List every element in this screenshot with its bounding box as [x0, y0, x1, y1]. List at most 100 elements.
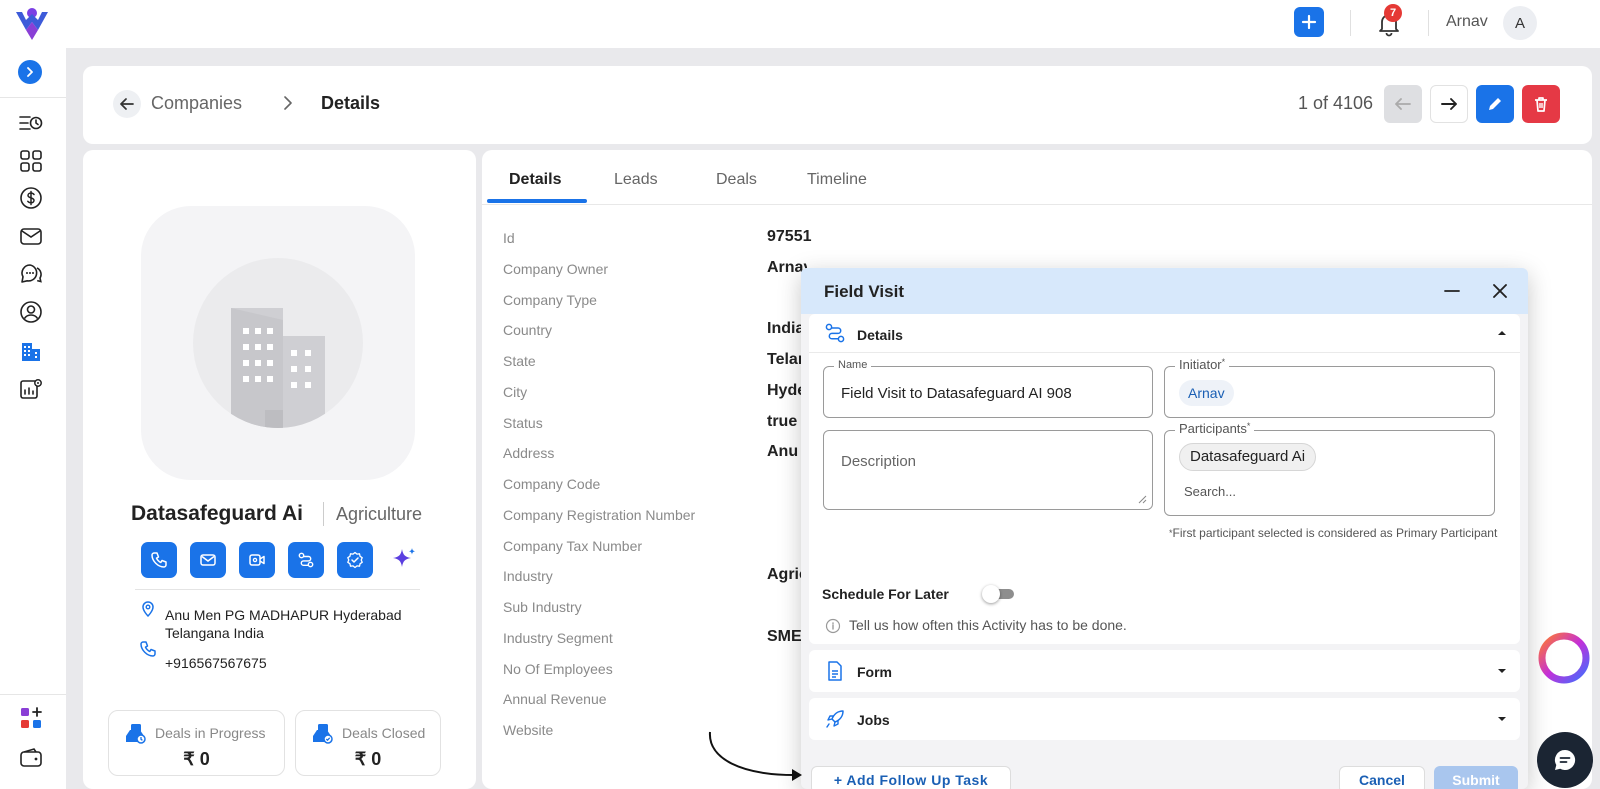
- sidebar-item-contacts[interactable]: [18, 299, 44, 325]
- field-visit-dialog: Field Visit Details Name Field Visit to …: [801, 268, 1528, 789]
- sidebar-item-deals[interactable]: [18, 185, 44, 211]
- participants-hint: *First participant selected is considere…: [1169, 526, 1498, 540]
- divider: [1428, 10, 1429, 36]
- sidebar-item-activities[interactable]: [18, 110, 44, 136]
- assistant-ring-button[interactable]: [1536, 630, 1592, 686]
- avatar[interactable]: A: [1503, 6, 1537, 40]
- mail-icon: [20, 228, 42, 245]
- tab-deals[interactable]: Deals: [716, 171, 757, 189]
- previous-record-button[interactable]: [1384, 85, 1422, 123]
- company-profile-card: Datasafeguard Ai Agriculture Anu Men PG …: [83, 150, 476, 789]
- field-visit-button[interactable]: [288, 542, 324, 578]
- dialog-title: Field Visit: [824, 282, 904, 301]
- form-section[interactable]: Form: [809, 650, 1520, 692]
- company-phone[interactable]: +916567567675: [165, 655, 267, 671]
- phone-icon: [139, 640, 157, 658]
- meeting-button[interactable]: [239, 542, 275, 578]
- annotation-arrow: [700, 730, 810, 788]
- field-label: Annual Revenue: [503, 691, 607, 707]
- cancel-button[interactable]: Cancel: [1339, 766, 1425, 789]
- close-button[interactable]: [1489, 280, 1511, 302]
- rocket-icon: [824, 708, 846, 730]
- divider: [482, 204, 1592, 205]
- quick-actions: [141, 542, 422, 578]
- chat-bubbles-icon: [21, 264, 42, 283]
- caret-down-icon[interactable]: [1496, 665, 1508, 677]
- field-label: Address: [503, 445, 555, 461]
- ring-icon: [1538, 632, 1590, 684]
- sidebar-item-wallet[interactable]: [18, 745, 44, 771]
- ai-assistant-button[interactable]: [386, 542, 422, 578]
- company-image: [141, 206, 415, 480]
- email-button[interactable]: [190, 542, 226, 578]
- edit-button[interactable]: [1476, 85, 1514, 123]
- apps-add-icon: [21, 707, 42, 728]
- sidebar-item-reports[interactable]: [18, 376, 44, 402]
- jobs-section[interactable]: Jobs: [809, 698, 1520, 740]
- grid-icon: [20, 150, 42, 172]
- sidebar-item-companies[interactable]: [18, 338, 44, 364]
- description-field[interactable]: Description: [823, 430, 1153, 510]
- next-record-button[interactable]: [1430, 85, 1468, 123]
- field-label: Company Type: [503, 292, 597, 308]
- resize-handle-icon[interactable]: [1137, 494, 1147, 504]
- caret-down-icon[interactable]: [1496, 713, 1508, 725]
- chart-settings-icon: [20, 379, 42, 399]
- dollar-icon: [20, 187, 42, 209]
- video-icon: [249, 554, 265, 566]
- building-icon: [231, 308, 325, 428]
- tab-details[interactable]: Details: [509, 171, 561, 189]
- field-value: 97551: [767, 228, 812, 245]
- participants-search-input[interactable]: Search...: [1184, 484, 1236, 499]
- participant-chip[interactable]: Datasafeguard Ai: [1179, 443, 1317, 471]
- field-label: Industry: [503, 568, 553, 584]
- notification-badge: 7: [1384, 4, 1402, 22]
- dialog-header: Field Visit: [801, 268, 1528, 314]
- field-label: Company Registration Number: [503, 507, 696, 523]
- divider: [323, 502, 324, 526]
- add-follow-up-task-button[interactable]: + Add Follow Up Task: [811, 766, 1011, 789]
- back-button[interactable]: [113, 90, 141, 118]
- chevron-right-icon: [282, 96, 294, 110]
- tab-leads[interactable]: Leads: [614, 171, 658, 189]
- field-label: No Of Employees: [503, 661, 613, 677]
- breadcrumb-companies[interactable]: Companies: [151, 93, 242, 114]
- building-icon: [22, 343, 40, 361]
- mail-icon: [200, 554, 216, 566]
- initiator-field[interactable]: Initiator* Arnav: [1164, 357, 1495, 418]
- field-label: Company Code: [503, 476, 601, 492]
- deals-closed-card: Deals Closed ₹ 0: [295, 710, 441, 776]
- caret-up-icon[interactable]: [1496, 327, 1508, 339]
- field-label: Website: [503, 722, 554, 738]
- company-industry: Agriculture: [336, 504, 423, 524]
- participants-field[interactable]: Participants* Datasafeguard Ai Search...: [1164, 421, 1495, 516]
- name-input-value[interactable]: Field Visit to Datasafeguard AI 908: [841, 385, 1072, 402]
- app-logo[interactable]: [12, 4, 52, 44]
- chat-support-button[interactable]: [1537, 732, 1593, 788]
- sidebar-item-apps[interactable]: [18, 705, 44, 731]
- submit-button[interactable]: Submit: [1434, 766, 1518, 789]
- chat-icon: [1554, 749, 1576, 770]
- field-label: Sub Industry: [503, 599, 582, 615]
- tab-timeline[interactable]: Timeline: [807, 171, 867, 189]
- schedule-toggle[interactable]: [982, 585, 1016, 603]
- sidebar-item-chat[interactable]: [18, 261, 44, 287]
- phone-icon: [151, 552, 167, 568]
- sidebar-expand-button[interactable]: [18, 60, 42, 84]
- page-title: Details: [321, 93, 381, 113]
- user-name[interactable]: Arnav: [1446, 13, 1488, 31]
- minimize-button[interactable]: [1441, 280, 1463, 302]
- field-legend: Initiator*: [1175, 357, 1230, 372]
- name-field[interactable]: Name Field Visit to Datasafeguard AI 908: [823, 359, 1153, 418]
- initiator-chip[interactable]: Arnav: [1179, 380, 1234, 406]
- route-icon: [298, 552, 314, 568]
- sidebar-item-mail[interactable]: [18, 223, 44, 249]
- call-button[interactable]: [141, 542, 177, 578]
- delete-button[interactable]: [1522, 85, 1560, 123]
- section-title: Details: [857, 327, 903, 343]
- sidebar-item-dashboard[interactable]: [18, 148, 44, 174]
- quick-add-button[interactable]: [1294, 7, 1324, 37]
- task-button[interactable]: [337, 542, 373, 578]
- page-header: Companies Details 1 of 4106: [83, 66, 1592, 144]
- chevron-right-icon: [27, 67, 33, 77]
